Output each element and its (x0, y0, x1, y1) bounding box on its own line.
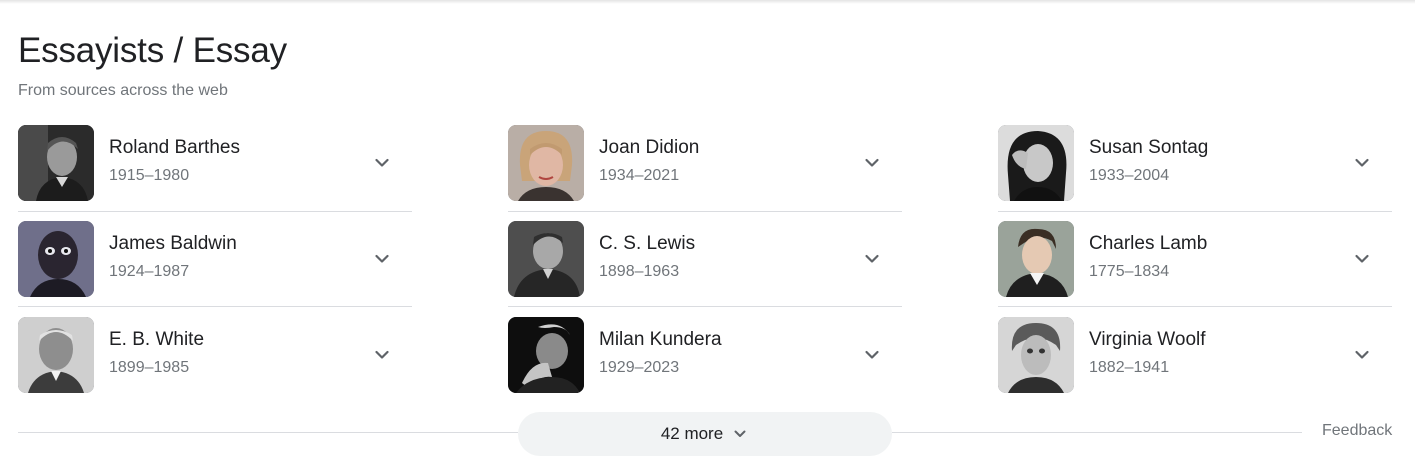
row-divider (998, 211, 1392, 212)
essayist-name: E. B. White (109, 329, 205, 350)
essayist-item-roland-barthes[interactable]: Roland Barthes 1915–1980 (18, 125, 412, 201)
page-title: Essayists / Essay (18, 31, 287, 70)
essayist-name: Charles Lamb (1089, 233, 1208, 254)
chevron-down-icon (731, 425, 749, 443)
susan-sontag-photo (998, 125, 1074, 201)
essayist-years: 1899–1985 (109, 359, 190, 376)
virginia-woolf-photo (998, 317, 1074, 393)
essayist-item-cs-lewis[interactable]: C. S. Lewis 1898–1963 (508, 221, 902, 297)
essayist-item-eb-white[interactable]: E. B. White 1899–1985 (18, 317, 412, 393)
row-divider (18, 306, 412, 307)
essayist-name: Roland Barthes (109, 137, 240, 158)
essayist-years: 1933–2004 (1089, 167, 1170, 184)
essayist-name: Milan Kundera (599, 329, 722, 350)
chevron-down-icon[interactable] (862, 153, 882, 173)
essayist-item-james-baldwin[interactable]: James Baldwin 1924–1987 (18, 221, 412, 297)
more-divider-left (18, 432, 518, 433)
row-divider (508, 211, 902, 212)
chevron-down-icon[interactable] (372, 153, 392, 173)
essayists-column-1: Roland Barthes 1915–1980 James Baldwin 1… (18, 125, 412, 393)
essayist-years: 1898–1963 (599, 263, 680, 280)
eb-white-photo (18, 317, 94, 393)
feedback-link[interactable]: Feedback (1322, 421, 1392, 441)
cs-lewis-photo (508, 221, 584, 297)
essayist-item-joan-didion[interactable]: Joan Didion 1934–2021 (508, 125, 902, 201)
row-divider (998, 306, 1392, 307)
row-divider (18, 211, 412, 212)
essayists-grid: Roland Barthes 1915–1980 James Baldwin 1… (18, 125, 1392, 393)
essayist-name: Joan Didion (599, 137, 700, 158)
essayist-years: 1929–2023 (599, 359, 680, 376)
chevron-down-icon[interactable] (1352, 345, 1372, 365)
essayist-years: 1775–1834 (1089, 263, 1170, 280)
show-more-button[interactable]: 42 more (518, 412, 892, 456)
essayist-years: 1882–1941 (1089, 359, 1170, 376)
show-more-label: 42 more (660, 424, 724, 443)
more-divider-right (892, 432, 1302, 433)
essayist-item-susan-sontag[interactable]: Susan Sontag 1933–2004 (998, 125, 1392, 201)
essayist-years: 1924–1987 (109, 263, 190, 280)
essayists-column-2: Joan Didion 1934–2021 C. S. Lewis 1898–1… (508, 125, 902, 393)
roland-barthes-photo (18, 125, 94, 201)
essayist-item-milan-kundera[interactable]: Milan Kundera 1929–2023 (508, 317, 902, 393)
essayist-name: Virginia Woolf (1089, 329, 1206, 350)
essayist-years: 1915–1980 (109, 167, 190, 184)
chevron-down-icon[interactable] (1352, 153, 1372, 173)
essayist-name: Susan Sontag (1089, 137, 1209, 158)
essayists-column-3: Susan Sontag 1933–2004 Charles Lamb 1775… (998, 125, 1392, 393)
chevron-down-icon[interactable] (372, 249, 392, 269)
row-divider (508, 306, 902, 307)
essayist-name: James Baldwin (109, 233, 237, 254)
essayist-name: C. S. Lewis (599, 233, 696, 254)
essayist-item-charles-lamb[interactable]: Charles Lamb 1775–1834 (998, 221, 1392, 297)
chevron-down-icon[interactable] (1352, 249, 1372, 269)
top-edge-shadow (0, 0, 1415, 4)
essayist-item-virginia-woolf[interactable]: Virginia Woolf 1882–1941 (998, 317, 1392, 393)
chevron-down-icon[interactable] (372, 345, 392, 365)
essayist-years: 1934–2021 (599, 167, 680, 184)
milan-kundera-photo (508, 317, 584, 393)
joan-didion-photo (508, 125, 584, 201)
page-subtitle: From sources across the web (18, 82, 228, 99)
charles-lamb-photo (998, 221, 1074, 297)
james-baldwin-photo (18, 221, 94, 297)
chevron-down-icon[interactable] (862, 249, 882, 269)
chevron-down-icon[interactable] (862, 345, 882, 365)
